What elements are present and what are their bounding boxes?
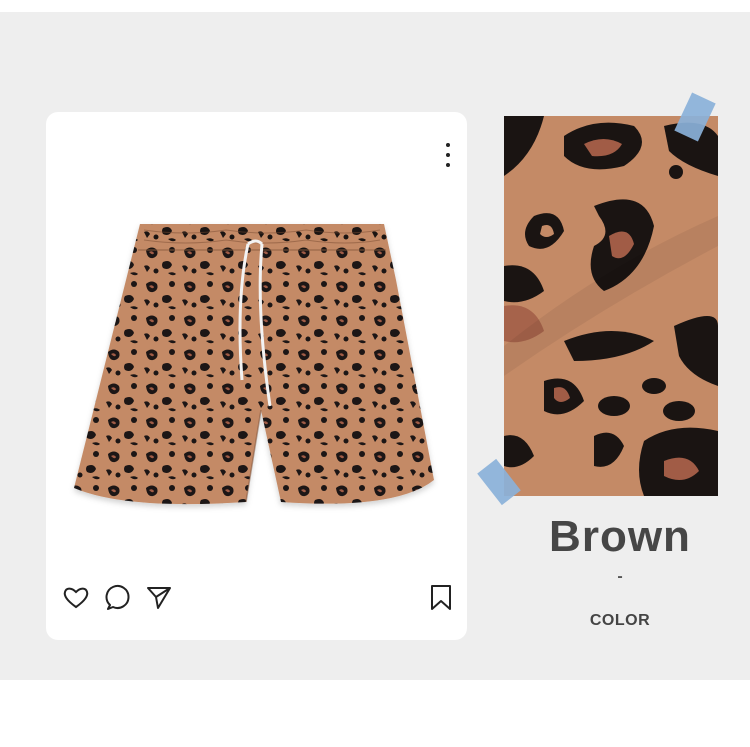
fabric-swatch-image xyxy=(504,116,718,496)
more-vertical-icon[interactable] xyxy=(436,140,460,172)
bookmark-icon[interactable] xyxy=(426,582,456,612)
comment-icon[interactable] xyxy=(103,582,133,612)
color-name: Brown xyxy=(549,512,691,561)
share-icon[interactable] xyxy=(144,582,174,612)
heart-icon[interactable] xyxy=(61,582,91,612)
color-separator: - xyxy=(617,568,623,585)
color-label: COLOR xyxy=(589,612,651,629)
product-image-leopard-shorts xyxy=(74,224,434,505)
